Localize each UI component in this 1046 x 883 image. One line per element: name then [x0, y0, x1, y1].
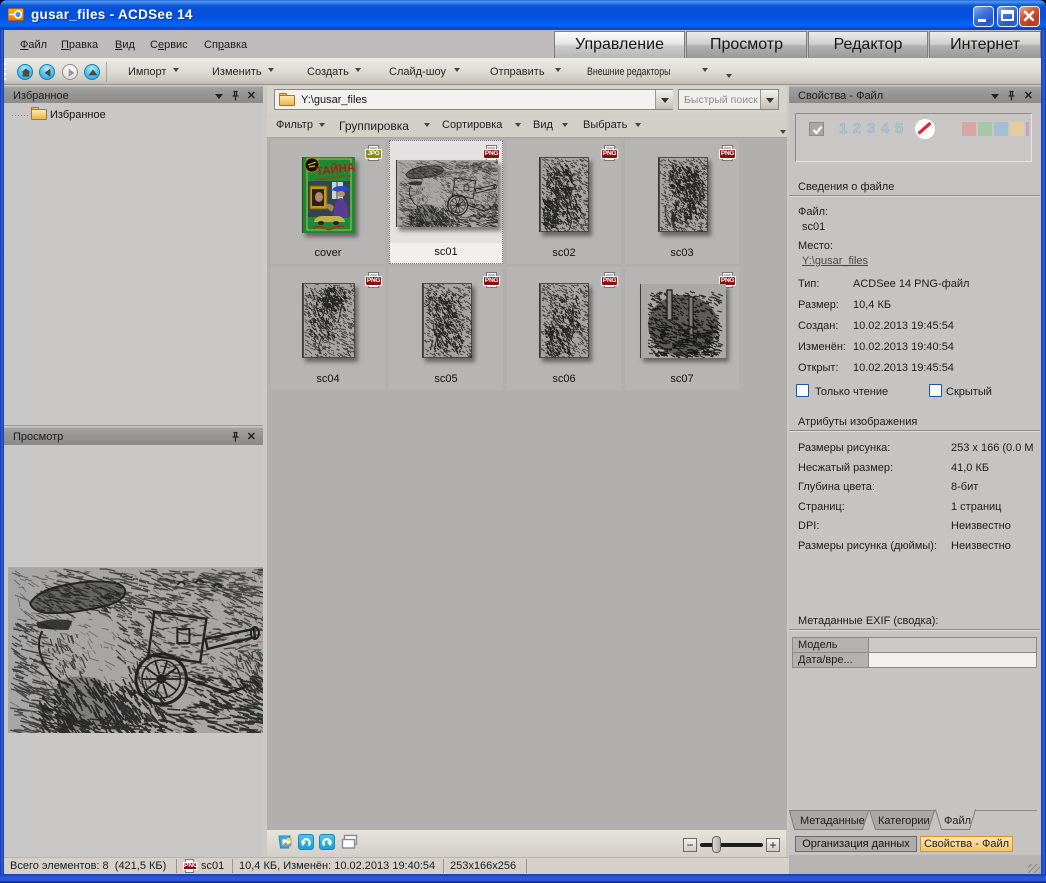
svg-text:Файл: Файл — [944, 815, 971, 827]
svg-text:Категории: Категории — [878, 815, 930, 827]
svg-text:Метаданные: Метаданные — [800, 815, 865, 827]
